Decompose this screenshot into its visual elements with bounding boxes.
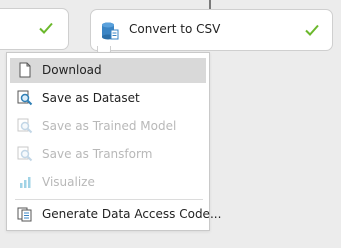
menu-item-visualize[interactable]: Visualize <box>10 170 206 195</box>
magnifier-icon <box>17 146 33 162</box>
menu-item-generate-data-access-code[interactable]: Generate Data Access Code... <box>10 202 221 227</box>
magnifier-icon <box>17 118 33 134</box>
menu-item-label: Generate Data Access Code... <box>42 207 222 221</box>
menu-item-download[interactable]: Download <box>10 58 206 83</box>
database-icon <box>101 21 119 41</box>
menu-item-label: Visualize <box>42 175 95 189</box>
check-icon <box>304 22 320 38</box>
document-icon <box>17 62 33 78</box>
menu-separator <box>15 199 203 200</box>
documents-icon <box>17 206 33 222</box>
context-menu: Download Save as Dataset Save as Trained… <box>6 52 221 231</box>
menu-item-save-as-dataset[interactable]: Save as Dataset <box>10 86 206 111</box>
menu-item-save-as-trained-model[interactable]: Save as Trained Model <box>10 114 206 139</box>
module-left[interactable] <box>0 8 69 50</box>
menu-item-save-as-transform[interactable]: Save as Transform <box>10 142 206 167</box>
module-convert-to-csv[interactable]: Convert to CSV <box>90 9 333 57</box>
check-icon <box>38 20 54 36</box>
module-title: Convert to CSV <box>129 22 221 36</box>
menu-item-label: Save as Transform <box>42 147 153 161</box>
menu-item-label: Save as Dataset <box>42 91 140 105</box>
menu-item-label: Save as Trained Model <box>42 119 177 133</box>
magnifier-icon <box>17 90 33 106</box>
bar-chart-icon <box>17 174 33 190</box>
menu-item-label: Download <box>42 63 102 77</box>
